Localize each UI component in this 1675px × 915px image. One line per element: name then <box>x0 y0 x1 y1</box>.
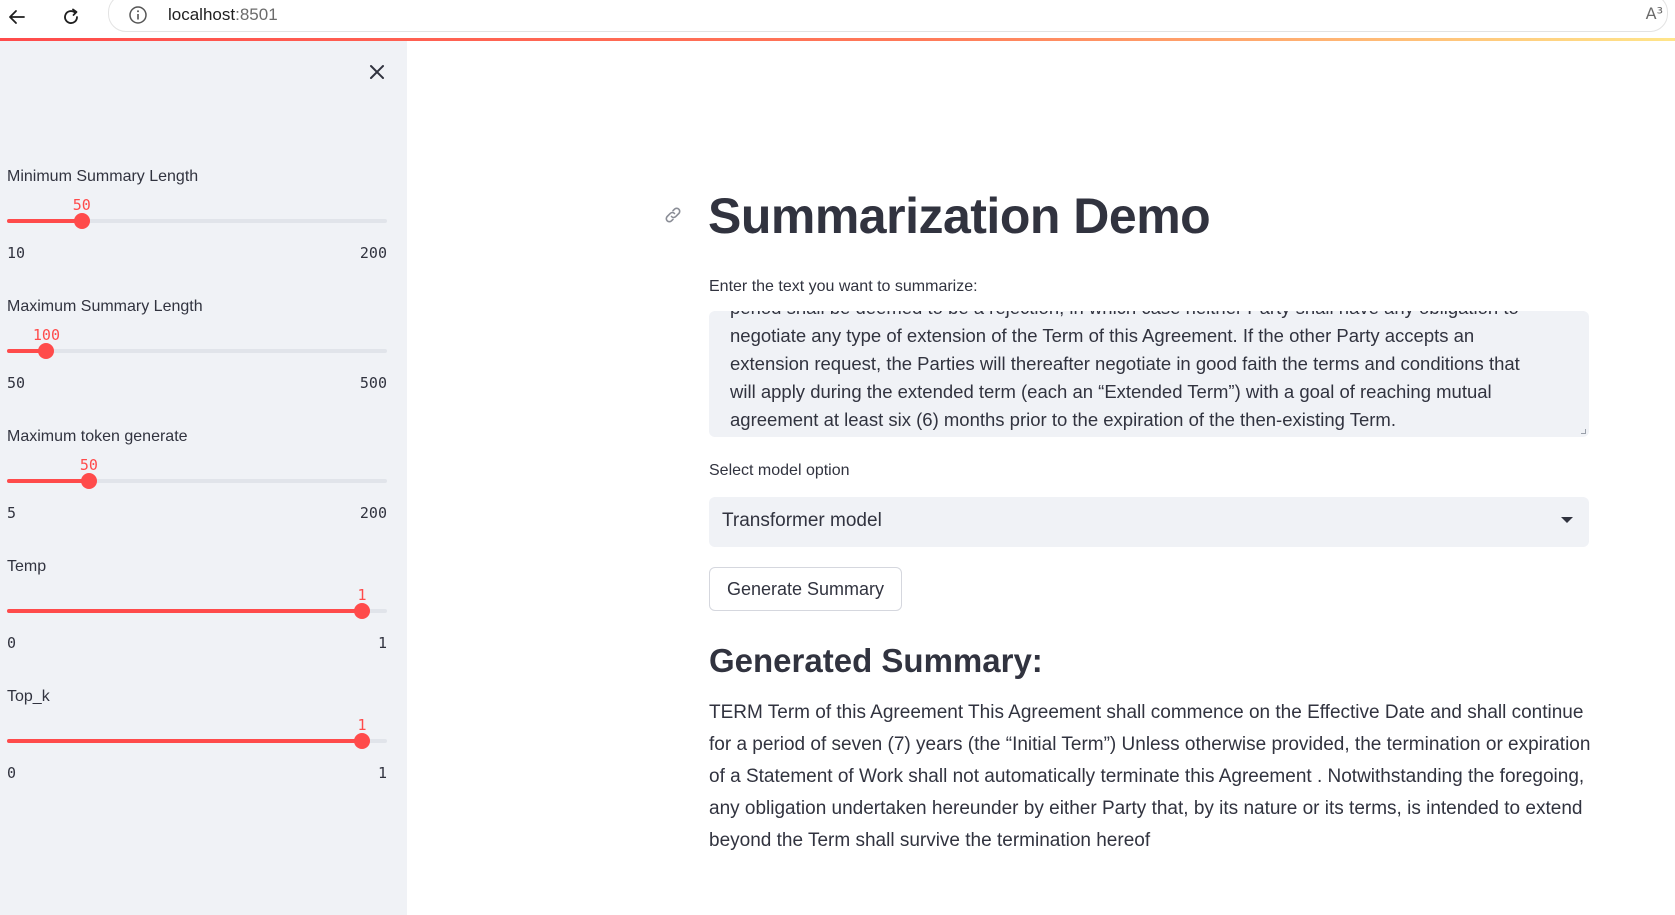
text-input-area[interactable]: period shall be deemed to be a rejection… <box>709 311 1589 437</box>
slider-thumb[interactable] <box>354 603 370 619</box>
slider-value: 1 <box>357 716 367 734</box>
reload-icon[interactable] <box>56 2 86 32</box>
slider-value: 100 <box>32 326 60 344</box>
sidebar: Minimum Summary Length 50 10 200 Maximum… <box>0 41 407 915</box>
summary-line: TERM Term of this Agreement This Agreeme… <box>709 702 1584 723</box>
link-anchor-icon[interactable] <box>662 204 684 226</box>
slider-fill <box>7 609 362 613</box>
slider-min: 0 <box>7 634 17 652</box>
slider-min: 10 <box>7 244 26 262</box>
text-input-line: agreement at least six (6) months prior … <box>730 409 1396 430</box>
slider-track[interactable] <box>7 603 387 619</box>
slider-max: 200 <box>359 504 387 522</box>
slider-label: Maximum Summary Length <box>7 298 203 315</box>
slider-min: 5 <box>7 504 17 522</box>
slider-thumb[interactable] <box>38 343 55 359</box>
slider-thumb[interactable] <box>354 733 370 749</box>
slider-label: Minimum Summary Length <box>7 168 199 185</box>
slider-track[interactable] <box>7 343 387 359</box>
min-summary-length-slider: Minimum Summary Length 50 10 200 <box>7 168 387 278</box>
slider-min: 50 <box>7 374 26 392</box>
text-input-line: period shall be deemed to be a rejection… <box>730 311 1560 322</box>
temp-slider: Temp 1 0 1 <box>7 558 387 668</box>
slider-max: 1 <box>377 634 387 652</box>
summary-text: TERM Term of this Agreement This Agreeme… <box>709 697 1595 857</box>
summary-line: any obligation undertaken hereunder by e… <box>709 798 1583 819</box>
summary-line: of a Statement of Work shall not automat… <box>709 766 1585 787</box>
chevron-down-icon <box>1561 517 1573 523</box>
text-input-line: will apply during the extended term (eac… <box>730 381 1492 402</box>
slider-value: 50 <box>79 456 98 474</box>
slider-thumb[interactable] <box>73 213 90 229</box>
slider-track[interactable] <box>7 213 387 229</box>
summary-heading: Generated Summary: <box>709 642 1043 679</box>
page-title: Summarization Demo <box>708 188 1211 244</box>
model-select[interactable]: Transformer model <box>709 497 1589 547</box>
site-info-icon[interactable] <box>128 5 148 25</box>
back-arrow-icon[interactable] <box>2 2 32 32</box>
address-bar[interactable] <box>108 0 1668 32</box>
slider-thumb[interactable] <box>80 473 97 489</box>
model-select-value: Transformer model <box>722 510 882 531</box>
max-summary-length-slider: Maximum Summary Length 100 50 500 <box>7 298 387 408</box>
main-content: Summarization Demo Enter the text you wa… <box>407 41 1675 915</box>
url-host: localhost <box>168 5 236 24</box>
max-token-generate-slider: Maximum token generate 50 5 200 <box>7 428 387 538</box>
slider-value: 50 <box>72 196 91 214</box>
slider-fill <box>7 479 89 483</box>
summary-line: beyond the Term shall survive the termin… <box>709 830 1151 851</box>
slider-label: Temp <box>7 558 47 575</box>
slider-label: Maximum token generate <box>7 428 188 445</box>
close-sidebar-icon[interactable] <box>364 59 390 85</box>
slider-max: 1 <box>377 764 387 782</box>
text-input-label: Enter the text you want to summarize: <box>709 278 978 295</box>
slider-label: Top_k <box>7 688 50 705</box>
resize-handle-icon[interactable] <box>1581 429 1586 434</box>
model-select-label: Select model option <box>709 462 850 479</box>
text-input-line: extension request, the Parties will ther… <box>730 353 1520 374</box>
slider-fill <box>7 219 82 223</box>
text-input-content[interactable]: period shall be deemed to be a rejection… <box>730 311 1560 434</box>
summary-line: for a period of seven (7) years (the “In… <box>709 734 1591 755</box>
slider-min: 0 <box>7 764 17 782</box>
text-input-line: negotiate any type of extension of the T… <box>730 325 1475 346</box>
slider-fill <box>7 739 362 743</box>
generate-summary-button[interactable]: Generate Summary <box>709 567 902 611</box>
slider-value: 1 <box>357 586 367 604</box>
read-aloud-icon[interactable]: A³ <box>1646 4 1663 23</box>
top-k-slider: Top_k 1 0 1 <box>7 688 387 798</box>
slider-track[interactable] <box>7 473 387 489</box>
url-text[interactable]: localhost:8501 <box>168 5 278 25</box>
slider-max: 500 <box>359 374 387 392</box>
url-port: :8501 <box>235 5 278 24</box>
slider-track[interactable] <box>7 733 387 749</box>
browser-toolbar: localhost:8501 A³ <box>0 0 1675 38</box>
slider-max: 200 <box>359 244 387 262</box>
